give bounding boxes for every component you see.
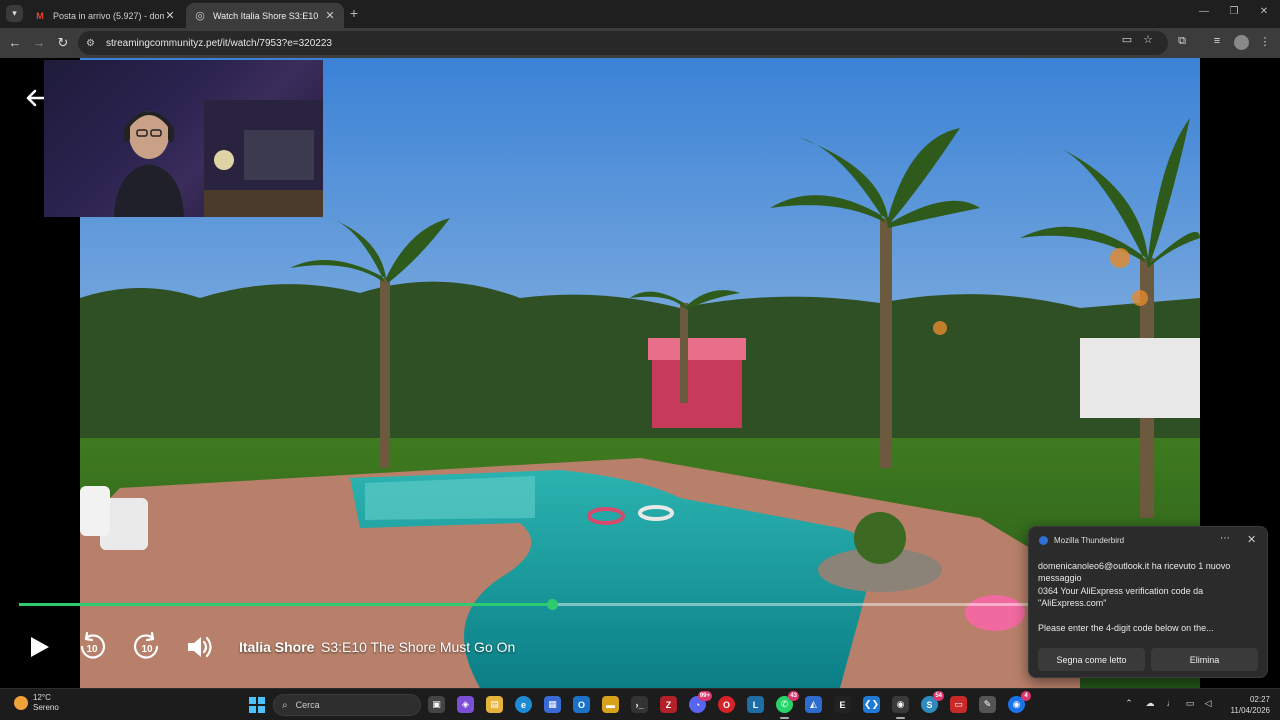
forward-button[interactable]: 10 (130, 630, 164, 664)
thunderbird-notification[interactable]: Mozilla Thunderbird ⋯ ✕ domenicanoleo6@o… (1028, 526, 1268, 678)
close-window-icon[interactable]: ✕ (1257, 6, 1271, 17)
microphone-icon[interactable]: ♩ (1164, 698, 1178, 708)
progress-bar[interactable] (19, 599, 1029, 610)
taskbar: 12°C Sereno ⌕ Cerca ▣ ◈ ▤ e ▦ O ▬ ›_ Z ◔… (0, 688, 1280, 720)
chrome-profile-icon[interactable]: ◉ 4 (1008, 691, 1031, 713)
play-button[interactable] (22, 630, 56, 664)
tab-label: Watch Italia Shore S3:E10 (213, 10, 319, 21)
volume-tray-icon[interactable]: ◁ (1201, 698, 1215, 709)
mark-read-button[interactable]: Segna come letto (1038, 648, 1145, 671)
notification-line: 0364 Your AliExpress verification code d… (1038, 586, 1204, 596)
notes-icon[interactable]: ▬ (602, 696, 619, 713)
show-title: Italia Shore (239, 639, 315, 655)
weather-icon (14, 696, 28, 710)
progress-fill (19, 603, 553, 606)
forward-button[interactable]: → (30, 34, 48, 52)
profile-avatar[interactable] (1234, 35, 1249, 50)
rewind-button[interactable]: 10 (75, 630, 109, 664)
clock-time: 02:27 (1249, 695, 1270, 704)
outlook-icon[interactable]: O (573, 696, 590, 713)
media-controls-icon[interactable]: ≡ (1210, 35, 1224, 47)
cast-icon[interactable]: ▭ (1120, 33, 1134, 46)
bookmark-star-icon[interactable]: ☆ (1141, 33, 1155, 46)
terminal-icon[interactable]: ›_ (631, 696, 648, 713)
gmail-icon: M (36, 10, 44, 21)
forward-seconds-label: 10 (141, 643, 153, 655)
notification-line: messaggio (1038, 573, 1082, 583)
notification-line: Please enter the 4-digit code below on t… (1038, 623, 1214, 633)
tab-watch-italia-shore[interactable]: ◎ Watch Italia Shore S3:E10 ✕ (186, 3, 344, 28)
taskbar-search[interactable]: ⌕ Cerca (273, 694, 421, 716)
reload-button[interactable]: ↻ (54, 34, 72, 52)
search-placeholder: Cerca (295, 700, 320, 710)
tab-label: Posta in arrivo (5.927) - domenicanoleo6… (53, 10, 164, 21)
edge-icon[interactable]: e (515, 696, 532, 713)
thunderbird-icon (1039, 536, 1048, 545)
streamingcommunity-icon: ◎ (195, 10, 205, 22)
onedrive-icon[interactable]: ☁ (1143, 698, 1157, 709)
whatsapp-icon[interactable]: ✆ 43 (776, 691, 799, 719)
extensions-icon[interactable]: ⧉ (1175, 35, 1189, 48)
menu-kebab-icon[interactable]: ⋮ (1258, 35, 1272, 48)
search-icon: ⌕ (282, 699, 288, 711)
tab-strip: ▾ M Posta in arrivo (5.927) - domenicano… (0, 0, 1280, 28)
rewind-seconds-label: 10 (86, 643, 98, 655)
clock[interactable]: 02:27 11/04/2026 (1222, 694, 1270, 716)
site-info-icon[interactable]: ⚙ (86, 38, 102, 49)
chrome-icon[interactable]: ◉ (892, 696, 909, 719)
room-background (204, 100, 323, 217)
app-s-badge: 54 (933, 691, 944, 701)
notification-app-name: Mozilla Thunderbird (1054, 536, 1125, 545)
minimize-icon[interactable]: — (1197, 6, 1211, 17)
weather-temp: 12°C (33, 693, 51, 702)
notification-line: "AliExpress.com" (1038, 598, 1107, 608)
notification-line: domenicanoleo6@outlook.it ha ricevuto 1 … (1038, 561, 1231, 571)
app-l-icon[interactable]: L (747, 696, 764, 713)
browser-toolbar: ← → ↻ ⚙ streamingcommunityz.pet/it/watch… (0, 28, 1280, 58)
progress-knob[interactable] (547, 599, 559, 610)
back-button[interactable]: ← (6, 34, 24, 52)
discord-badge: 99+ (697, 691, 712, 701)
webcam-overlay (44, 60, 323, 217)
weather-widget[interactable]: 12°C Sereno (14, 693, 59, 713)
clock-date: 11/04/2026 (1230, 706, 1270, 715)
store-icon[interactable]: ▦ (544, 696, 561, 713)
close-tab-icon[interactable]: ✕ (164, 9, 176, 22)
app-s-icon[interactable]: S 54 (921, 691, 944, 713)
play-icon (31, 637, 49, 657)
task-view-icon[interactable]: ▣ (428, 696, 445, 713)
delete-button[interactable]: Elimina (1151, 648, 1258, 671)
volume-icon (188, 636, 212, 658)
pen-tool-icon[interactable]: ✎ (979, 696, 996, 713)
more-options-icon[interactable]: ⋯ (1220, 533, 1230, 544)
whatsapp-badge: 43 (788, 691, 799, 701)
url-text: streamingcommunityz.pet/it/watch/7953?e=… (106, 37, 332, 49)
new-tab-button[interactable]: + (346, 5, 362, 21)
episode-title: S3:E10 The Shore Must Go On (321, 639, 516, 655)
start-button[interactable] (249, 697, 265, 713)
epic-games-icon[interactable]: E (834, 696, 851, 713)
tab-search-menu-button[interactable]: ▾ (6, 5, 23, 22)
streamer-image (114, 111, 184, 217)
close-icon[interactable]: ✕ (1247, 533, 1256, 546)
file-explorer-icon[interactable]: ▤ (486, 696, 503, 713)
network-icon[interactable]: ▭ (1183, 698, 1197, 709)
opera-icon[interactable]: O (718, 696, 735, 713)
volume-button[interactable] (183, 630, 217, 664)
close-tab-icon[interactable]: ✕ (324, 9, 336, 22)
app-shield-icon[interactable]: ◭ (805, 696, 822, 713)
tab-gmail[interactable]: M Posta in arrivo (5.927) - domenicanole… (26, 3, 184, 28)
weather-desc: Sereno (33, 703, 59, 712)
filezilla-icon[interactable]: Z (660, 696, 677, 713)
copilot-icon[interactable]: ◈ (457, 696, 474, 713)
chrome-profile-badge: 4 (1021, 691, 1031, 701)
discord-icon[interactable]: ◔ 99+ (689, 691, 712, 713)
chevron-down-icon: ▾ (12, 8, 17, 18)
address-bar[interactable]: ⚙ streamingcommunityz.pet/it/watch/7953?… (78, 31, 1168, 55)
vscode-icon[interactable]: ❮❯ (863, 696, 880, 713)
app-red-icon[interactable]: ▭ (950, 696, 967, 713)
restore-icon[interactable]: ❐ (1227, 6, 1241, 17)
notification-app: Mozilla Thunderbird (1039, 536, 1124, 545)
tray-chevron-icon[interactable]: ⌃ (1122, 698, 1136, 709)
